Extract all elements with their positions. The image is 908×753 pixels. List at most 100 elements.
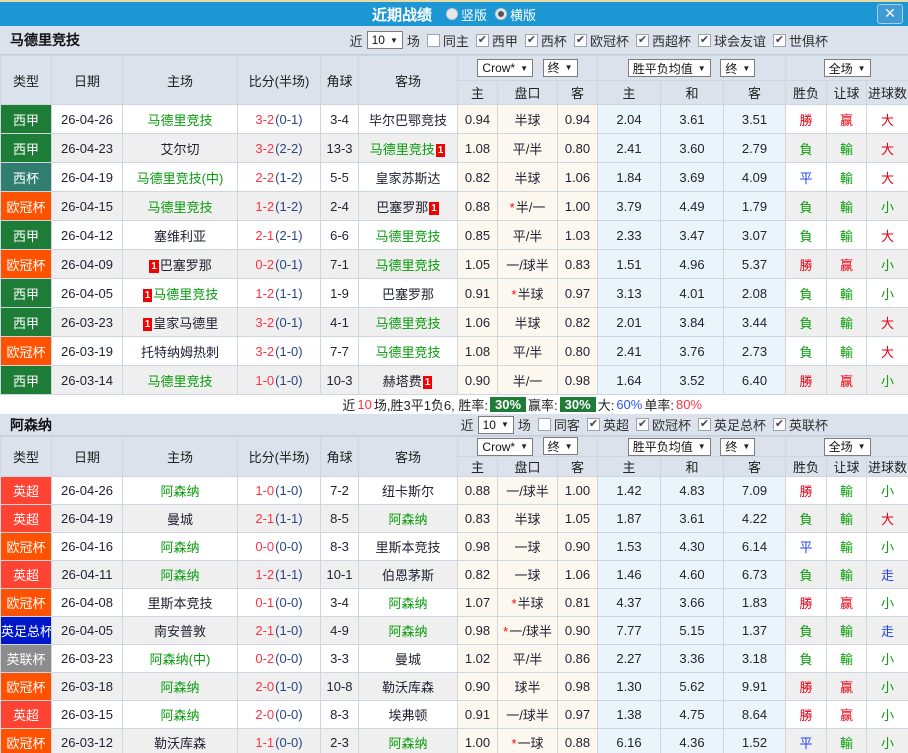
radio-selected-icon bbox=[495, 8, 507, 20]
away-odds: 0.97 bbox=[557, 278, 598, 308]
away-team: 马德里竞技 bbox=[369, 141, 435, 157]
home-odds: 0.90 bbox=[457, 365, 498, 395]
result-goals: 小 bbox=[866, 476, 908, 505]
half-time-score: (0-1) bbox=[275, 256, 303, 272]
corner-score: 6-6 bbox=[320, 220, 359, 250]
full-time-score: 2-1 bbox=[255, 511, 275, 526]
corner-score: 10-8 bbox=[320, 672, 359, 701]
match-score: 1-2(1-2) bbox=[237, 191, 321, 221]
final-odds-select[interactable]: 终 ▼ bbox=[542, 437, 578, 456]
result-wdl: 勝 bbox=[785, 700, 828, 729]
home-team: 巴塞罗那 bbox=[159, 257, 212, 273]
match-count-select[interactable]: 10 ▼ bbox=[477, 415, 514, 434]
same-venue-checkbox[interactable]: 同客 bbox=[537, 415, 580, 434]
handicap-line: 一/球半 bbox=[497, 476, 558, 505]
league-filter-checkbox[interactable]: ✔ 欧冠杯 bbox=[635, 415, 691, 434]
result-goals: 小 bbox=[866, 588, 908, 617]
table-row: 欧冠杯 26-04-15 马德里竞技 1-2(1-2) 2-4 巴塞罗那 1 0.… bbox=[0, 191, 908, 221]
away-team: 伯恩茅斯 bbox=[381, 568, 434, 583]
scope-select[interactable]: 全场 ▼ bbox=[823, 59, 871, 77]
result-goals: 小 bbox=[866, 278, 908, 308]
league-filter-checkbox[interactable]: ✔ 英超 bbox=[586, 415, 629, 434]
league-filter-label: 世俱杯 bbox=[788, 33, 828, 49]
handicap-line: 平/半 bbox=[497, 133, 558, 163]
avg-away-odds: 1.37 bbox=[722, 616, 787, 645]
avg-home-odds: 1.38 bbox=[597, 700, 661, 729]
checkbox-unchecked-icon bbox=[426, 33, 440, 47]
final-avg-select[interactable]: 终 ▼ bbox=[720, 59, 756, 77]
result-goals: 小 bbox=[866, 365, 908, 395]
match-count-select[interactable]: 10 ▼ bbox=[366, 31, 403, 49]
league-filter-label: 英联杯 bbox=[788, 418, 828, 433]
league-filter-checkbox[interactable]: ✔ 西超杯 bbox=[635, 31, 691, 50]
match-score: 3-2(2-2) bbox=[237, 133, 321, 163]
away-team: 马德里竞技 bbox=[375, 315, 441, 331]
checkbox-checked-icon: ✔ bbox=[586, 418, 600, 431]
league-filter-checkbox[interactable]: ✔ 西甲 bbox=[475, 31, 518, 50]
match-date: 26-04-11 bbox=[51, 560, 123, 589]
league-badge: 欧冠杯 bbox=[0, 728, 52, 753]
team-name: 马德里竞技 bbox=[10, 32, 80, 48]
near-label: 近 bbox=[460, 418, 474, 433]
avg-odds-select[interactable]: 胜平负均值 ▼ bbox=[627, 59, 711, 77]
odds-company-select[interactable]: Crow* ▼ bbox=[477, 437, 534, 456]
avg-away-odds: 1.52 bbox=[722, 728, 787, 753]
handicap-star: * bbox=[511, 596, 517, 611]
home-odds: 0.91 bbox=[457, 278, 498, 308]
away-team: 毕尔巴鄂竞技 bbox=[368, 112, 447, 128]
red-card-badge: 1 bbox=[429, 201, 439, 215]
away-team: 马德里竞技 bbox=[375, 228, 441, 244]
home-team: 阿森纳 bbox=[160, 540, 200, 555]
table-row: 西甲 26-03-14 马德里竞技 1-0(1-0) 10-3 赫塔费 1 0.9… bbox=[0, 365, 908, 395]
avg-draw-odds: 4.60 bbox=[660, 560, 724, 589]
home-team: 塞维利亚 bbox=[153, 228, 206, 244]
close-button[interactable]: ✕ bbox=[877, 4, 903, 24]
home-team: 曼城 bbox=[166, 512, 193, 527]
home-team: 里斯本竞技 bbox=[147, 596, 213, 611]
league-filter-checkbox[interactable]: ✔ 球会友谊 bbox=[697, 31, 766, 50]
result-goals: 小 bbox=[866, 191, 908, 221]
half-time-score: (0-0) bbox=[275, 595, 303, 610]
chevron-down-icon: ▼ bbox=[697, 63, 706, 73]
avg-away-odds: 3.44 bbox=[722, 307, 787, 337]
result-letball: 輸 bbox=[826, 616, 868, 645]
half-time-score: (1-0) bbox=[275, 483, 303, 498]
table-row: 西甲 26-04-26 马德里竞技 3-2(0-1) 3-4 毕尔巴鄂竞技 0.… bbox=[0, 104, 908, 134]
final-avg-select[interactable]: 终 ▼ bbox=[720, 437, 756, 456]
league-filter-checkbox[interactable]: ✔ 英足总杯 bbox=[697, 415, 766, 434]
match-date: 26-04-26 bbox=[51, 476, 123, 505]
avg-draw-odds: 4.30 bbox=[660, 532, 724, 561]
half-time-score: (2-2) bbox=[275, 140, 303, 156]
league-filter-checkbox[interactable]: ✔ 欧冠杯 bbox=[573, 31, 629, 50]
half-time-score: (0-0) bbox=[275, 539, 303, 554]
checkbox-checked-icon: ✔ bbox=[772, 418, 786, 431]
layout-radio-horizontal[interactable]: 横版 bbox=[495, 5, 536, 24]
away-odds: 0.90 bbox=[557, 616, 598, 645]
league-filter-label: 西杯 bbox=[540, 33, 567, 49]
result-goals: 小 bbox=[866, 672, 908, 701]
layout-radio-vertical[interactable]: 竖版 bbox=[445, 5, 487, 24]
handicap-win-rate-badge: 30% bbox=[559, 397, 596, 412]
league-filter-label: 球会友谊 bbox=[713, 33, 766, 49]
home-team-cell: 马德里竞技(中) bbox=[122, 162, 238, 192]
odds-company-select[interactable]: Crow* ▼ bbox=[477, 59, 534, 78]
league-filter-checkbox[interactable]: ✔ 世俱杯 bbox=[772, 31, 828, 50]
avg-away-odds: 3.51 bbox=[722, 104, 787, 134]
home-team-cell: 南安普敦 bbox=[122, 616, 238, 645]
final-odds-select[interactable]: 终 ▼ bbox=[542, 58, 578, 77]
away-team-cell: 马德里竞技 bbox=[358, 249, 458, 279]
avg-odds-select[interactable]: 胜平负均值 ▼ bbox=[627, 437, 711, 456]
matches-tbody: 西甲 26-04-26 马德里竞技 3-2(0-1) 3-4 毕尔巴鄂竞技 0.… bbox=[0, 104, 908, 395]
same-venue-checkbox[interactable]: 同主 bbox=[426, 31, 469, 50]
league-filter-checkbox[interactable]: ✔ 西杯 bbox=[524, 31, 567, 50]
away-team-cell: 勒沃库森 bbox=[358, 672, 458, 701]
result-letball: 輸 bbox=[826, 644, 868, 673]
avg-draw-odds: 4.75 bbox=[660, 700, 724, 729]
avg-draw-odds: 4.01 bbox=[660, 278, 724, 308]
league-filter-checkbox[interactable]: ✔ 英联杯 bbox=[772, 415, 828, 434]
scope-select[interactable]: 全场 ▼ bbox=[823, 437, 871, 456]
away-team: 马德里竞技 bbox=[375, 257, 441, 273]
summary-text: 赢率: bbox=[528, 398, 558, 413]
match-date: 26-03-23 bbox=[51, 644, 123, 673]
avg-home-odds: 2.04 bbox=[597, 104, 661, 134]
